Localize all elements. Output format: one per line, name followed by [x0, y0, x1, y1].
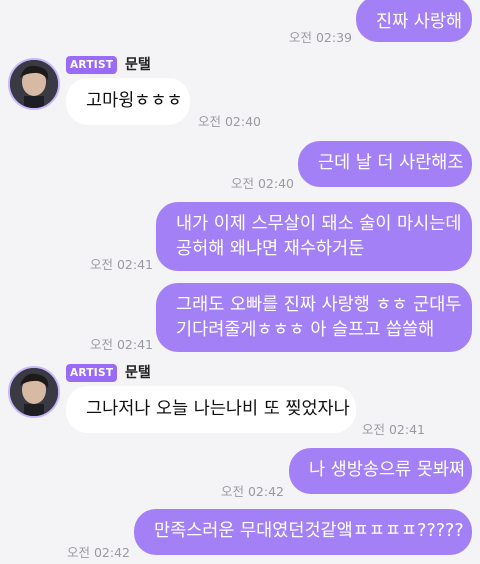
message-text: 나 생방송으류 못봐쪄 [309, 460, 466, 480]
sender-name[interactable]: 문탤 [125, 56, 151, 74]
message-text-line: 기다려줄게ㅎㅎㅎ 아 슬프고 씁쓸해 [176, 320, 435, 340]
message-timestamp: 오전 02:42 [67, 545, 130, 560]
message-text-line: 내가 이제 스무살이 돼소 술이 마시는데 [176, 214, 462, 234]
message-timestamp: 오전 02:42 [221, 484, 284, 499]
message-bubble-sent[interactable]: 나 생방송으류 못봐쪄 [289, 448, 472, 494]
message-bubble-sent[interactable]: 근데 날 더 사란해조 [298, 141, 472, 187]
message-bubble-sent[interactable]: 진짜 사랑해 [356, 0, 472, 42]
artist-badge: ARTIST [66, 364, 118, 382]
message-timestamp: 오전 02:40 [231, 176, 294, 191]
message-text: 그나저나 오늘 나는나비 또 찢었자나 [86, 399, 350, 419]
message-timestamp: 오전 02:41 [90, 337, 153, 352]
message-timestamp: 오전 02:40 [198, 114, 261, 129]
message-text: 만족스러운 무대였던것같앸ㅍㅍㅍㅍ????? [154, 521, 464, 541]
message-text: 진짜 사랑해 [376, 12, 463, 32]
message-text-line: 그래도 오빠를 진짜 사랑행 ㅎㅎ 군대두 [176, 295, 462, 315]
avatar-image-icon [10, 60, 58, 108]
message-bubble-received[interactable]: 고마윙ㅎㅎㅎ [66, 78, 190, 125]
message-bubble-sent[interactable]: 그래도 오빠를 진짜 사랑행 ㅎㅎ 군대두 기다려줄게ㅎㅎㅎ 아 슬프고 씁쓸해 [156, 283, 472, 352]
message-timestamp: 오전 02:41 [90, 257, 153, 272]
message-timestamp: 오전 02:39 [289, 30, 352, 45]
avatar-image-icon [10, 368, 58, 416]
message-bubble-sent[interactable]: 만족스러운 무대였던것같앸ㅍㅍㅍㅍ????? [134, 509, 472, 555]
sender-name[interactable]: 문탤 [125, 364, 151, 382]
message-text-line: 공허해 왜냐면 재수하거둔 [176, 239, 365, 259]
message-text: 근데 날 더 사란해조 [318, 153, 464, 173]
message-bubble-received[interactable]: 그나저나 오늘 나는나비 또 찢었자나 [66, 386, 356, 433]
message-text: 고마윙ㅎㅎㅎ [86, 91, 183, 111]
artist-avatar[interactable] [8, 366, 60, 418]
artist-avatar[interactable] [8, 58, 60, 110]
message-bubble-sent[interactable]: 내가 이제 스무살이 돼소 술이 마시는데 공허해 왜냐면 재수하거둔 [156, 202, 472, 271]
message-timestamp: 오전 02:41 [362, 422, 425, 437]
artist-badge: ARTIST [66, 56, 118, 74]
